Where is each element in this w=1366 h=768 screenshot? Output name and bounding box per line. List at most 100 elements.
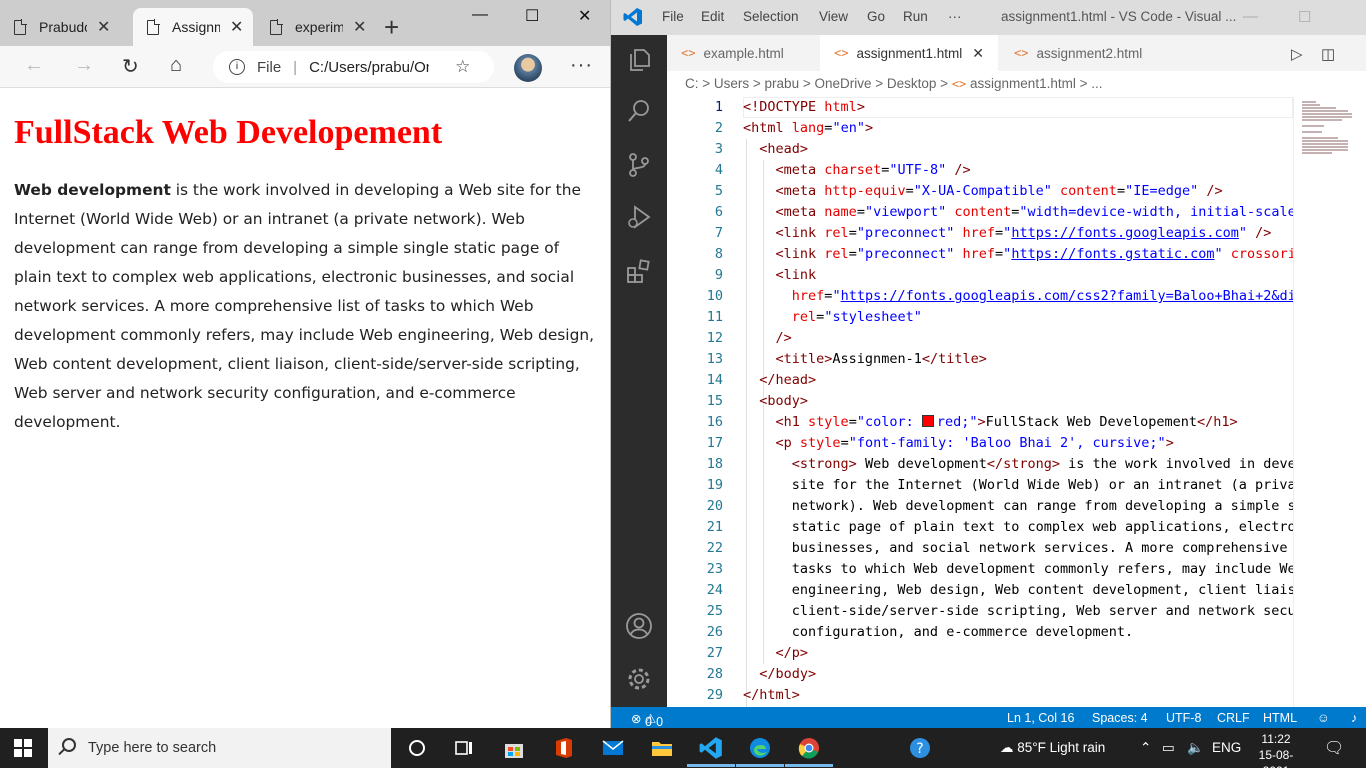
task-view-icon[interactable] <box>452 736 476 760</box>
menu-edit[interactable]: Edit <box>701 9 724 24</box>
vscode-maximize-button[interactable]: ☐ <box>1298 8 1311 26</box>
eol-setting[interactable]: CRLF <box>1217 711 1250 725</box>
tab-example-html[interactable]: <> example.html <box>667 35 819 71</box>
color-swatch[interactable] <box>921 415 934 427</box>
help-icon[interactable]: ? <box>908 736 932 760</box>
search-icon[interactable] <box>625 97 653 125</box>
store-icon[interactable] <box>502 736 526 760</box>
add-favorite-icon[interactable]: ☆ <box>455 57 470 77</box>
line-number: 29 <box>706 687 723 703</box>
minimize-button[interactable]: — <box>472 6 488 24</box>
errors-indicator[interactable]: ⊗ 0 ⚠ 0 <box>631 711 663 729</box>
run-icon[interactable]: ▷ <box>1291 45 1303 63</box>
vscode-minimize-button[interactable]: — <box>1243 8 1258 25</box>
more-menu-icon[interactable]: ··· <box>570 54 593 77</box>
menu-more[interactable]: ··· <box>948 9 962 24</box>
indentation-setting[interactable]: Spaces: 4 <box>1092 711 1148 725</box>
code-line: <meta charset="UTF-8" /> <box>775 162 971 178</box>
weather-widget[interactable]: ☁ 85°F Light rain <box>1000 740 1105 756</box>
line-number: 11 <box>706 309 723 325</box>
encoding-setting[interactable]: UTF-8 <box>1166 711 1201 725</box>
input-language[interactable]: ENG <box>1212 740 1241 755</box>
show-hidden-icons[interactable]: ⌃ <box>1140 740 1151 756</box>
breadcrumb-drive[interactable]: C: <box>685 76 699 91</box>
account-icon[interactable] <box>625 612 653 640</box>
language-mode[interactable]: HTML <box>1263 711 1297 725</box>
breadcrumb-file[interactable]: assignment1.html <box>970 76 1076 91</box>
close-icon[interactable]: ✕ <box>353 17 366 37</box>
menu-selection[interactable]: Selection <box>743 9 799 24</box>
source-control-icon[interactable] <box>625 151 653 179</box>
browser-tab-experiment[interactable]: experiment ✕ <box>256 8 376 46</box>
svg-text:?: ? <box>916 741 923 757</box>
mail-icon[interactable] <box>601 736 625 760</box>
notifications-icon[interactable]: 🗨 <box>1324 738 1344 758</box>
tab-assignment1-html[interactable]: <> assignment1.html ✕ <box>820 35 998 71</box>
network-icon[interactable]: ▭ <box>1162 740 1175 756</box>
maximize-button[interactable]: ☐ <box>525 6 539 26</box>
breadcrumb-users[interactable]: Users <box>714 76 749 91</box>
line-number: 8 <box>714 246 723 262</box>
system-clock[interactable]: 11:22 15-08-2021 <box>1248 731 1304 768</box>
back-icon[interactable]: ← <box>24 54 44 77</box>
page-paragraph: Web development is the work involved in … <box>14 176 599 437</box>
chrome-taskbar-icon[interactable] <box>785 736 833 767</box>
close-icon[interactable]: ✕ <box>972 45 984 62</box>
file-explorer-icon[interactable] <box>650 736 674 760</box>
code-line: engineering, Web design, Web content dev… <box>743 582 1293 598</box>
code-line: client-side/server-side scripting, Web s… <box>743 603 1293 619</box>
menu-file[interactable]: File <box>662 9 684 24</box>
volume-icon[interactable]: 🔈 <box>1187 740 1204 756</box>
breadcrumb-onedrive[interactable]: OneDrive <box>814 76 871 91</box>
taskbar-search-box[interactable]: Type here to search <box>48 728 391 768</box>
tab-label: example.html <box>703 45 784 61</box>
edge-taskbar-icon[interactable] <box>736 736 784 767</box>
minimap-line <box>1302 101 1316 103</box>
profile-avatar[interactable] <box>514 54 542 82</box>
notifications-bell-icon[interactable]: ♪ <box>1351 711 1357 725</box>
breadcrumb-desktop[interactable]: Desktop <box>887 76 937 91</box>
vscode-taskbar-icon[interactable] <box>687 736 735 767</box>
menu-view[interactable]: View <box>819 9 848 24</box>
address-bar[interactable]: i File | C:/Users/prabu/OneDrive/Desktop… <box>213 51 494 83</box>
close-icon[interactable]: ✕ <box>97 17 110 37</box>
extensions-icon[interactable] <box>625 257 653 285</box>
browser-tab-assignment[interactable]: Assignment ✕ <box>133 8 253 46</box>
home-icon[interactable]: ⌂ <box>170 54 182 77</box>
forward-icon[interactable]: → <box>74 54 94 77</box>
breadcrumb-more[interactable]: ... <box>1091 76 1102 91</box>
code-content[interactable]: <!DOCTYPE html> <html lang="en"> <head> … <box>743 97 1293 707</box>
minimap-line <box>1302 116 1352 118</box>
editor-tabs: <> example.html <> assignment1.html ✕ <>… <box>667 35 1366 71</box>
code-line: <h1 style="color: red;">FullStack Web De… <box>775 414 1238 430</box>
info-icon[interactable]: i <box>229 59 245 75</box>
menu-go[interactable]: Go <box>867 9 885 24</box>
menu-run[interactable]: Run <box>903 9 928 24</box>
explorer-icon[interactable] <box>625 46 653 74</box>
browser-tab-prabudoss[interactable]: Prabudoss ✕ <box>0 8 130 46</box>
html-file-icon: <> <box>834 46 849 60</box>
cortana-icon[interactable] <box>405 736 429 760</box>
tab-assignment2-html[interactable]: <> assignment2.html <box>1000 35 1178 71</box>
run-debug-icon[interactable] <box>625 203 653 231</box>
office-icon[interactable] <box>552 736 576 760</box>
search-icon <box>62 738 76 752</box>
line-number: 21 <box>706 519 723 535</box>
browser-tabstrip: Prabudoss ✕ Assignment ✕ experiment ✕ + … <box>0 0 610 46</box>
settings-gear-icon[interactable] <box>625 665 653 693</box>
refresh-icon[interactable]: ↻ <box>122 54 139 79</box>
line-number: 22 <box>706 540 723 556</box>
cursor-position[interactable]: Ln 1, Col 16 <box>1007 711 1074 725</box>
close-window-button[interactable]: ✕ <box>578 6 591 26</box>
address-url[interactable]: C:/Users/prabu/OneDrive/Desktop/assignme… <box>309 59 429 76</box>
windows-start-icon[interactable] <box>14 739 32 757</box>
new-tab-button[interactable]: + <box>384 12 399 43</box>
code-line: static page of plain text to complex web… <box>743 519 1293 535</box>
close-icon[interactable]: ✕ <box>230 17 243 37</box>
breadcrumb-prabu[interactable]: prabu <box>765 76 800 91</box>
minimap[interactable] <box>1293 97 1366 707</box>
code-line: businesses, and social network services.… <box>743 540 1293 556</box>
split-editor-icon[interactable]: ◫ <box>1321 45 1335 63</box>
feedback-icon[interactable]: ☺ <box>1317 711 1330 725</box>
code-editor[interactable]: 1 2 3 4 5 6 7 8 9 10 11 12 13 14 15 16 17 18 19 20 21 22 23 24 2… <box>667 97 1293 707</box>
